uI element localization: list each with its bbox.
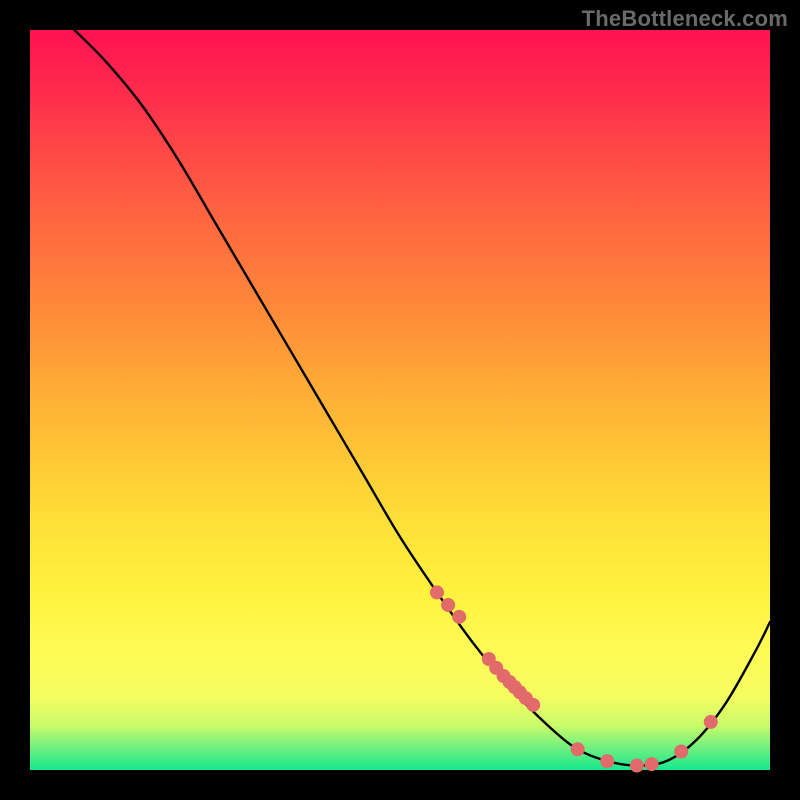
plot-area [30, 30, 770, 770]
highlight-dots-group [430, 585, 718, 772]
highlight-dot [645, 757, 659, 771]
highlight-dot [526, 698, 540, 712]
highlight-dot [630, 759, 644, 773]
plot-frame [30, 30, 770, 770]
highlight-dot [430, 585, 444, 599]
highlight-dot [600, 754, 614, 768]
watermark-text: TheBottleneck.com [582, 6, 788, 32]
bottleneck-curve [74, 30, 770, 766]
curve-layer [30, 30, 770, 770]
highlight-dot [452, 610, 466, 624]
highlight-dot [674, 745, 688, 759]
highlight-dot [441, 598, 455, 612]
highlight-dot [571, 742, 585, 756]
chart-root: TheBottleneck.com [0, 0, 800, 800]
highlight-dot [704, 715, 718, 729]
